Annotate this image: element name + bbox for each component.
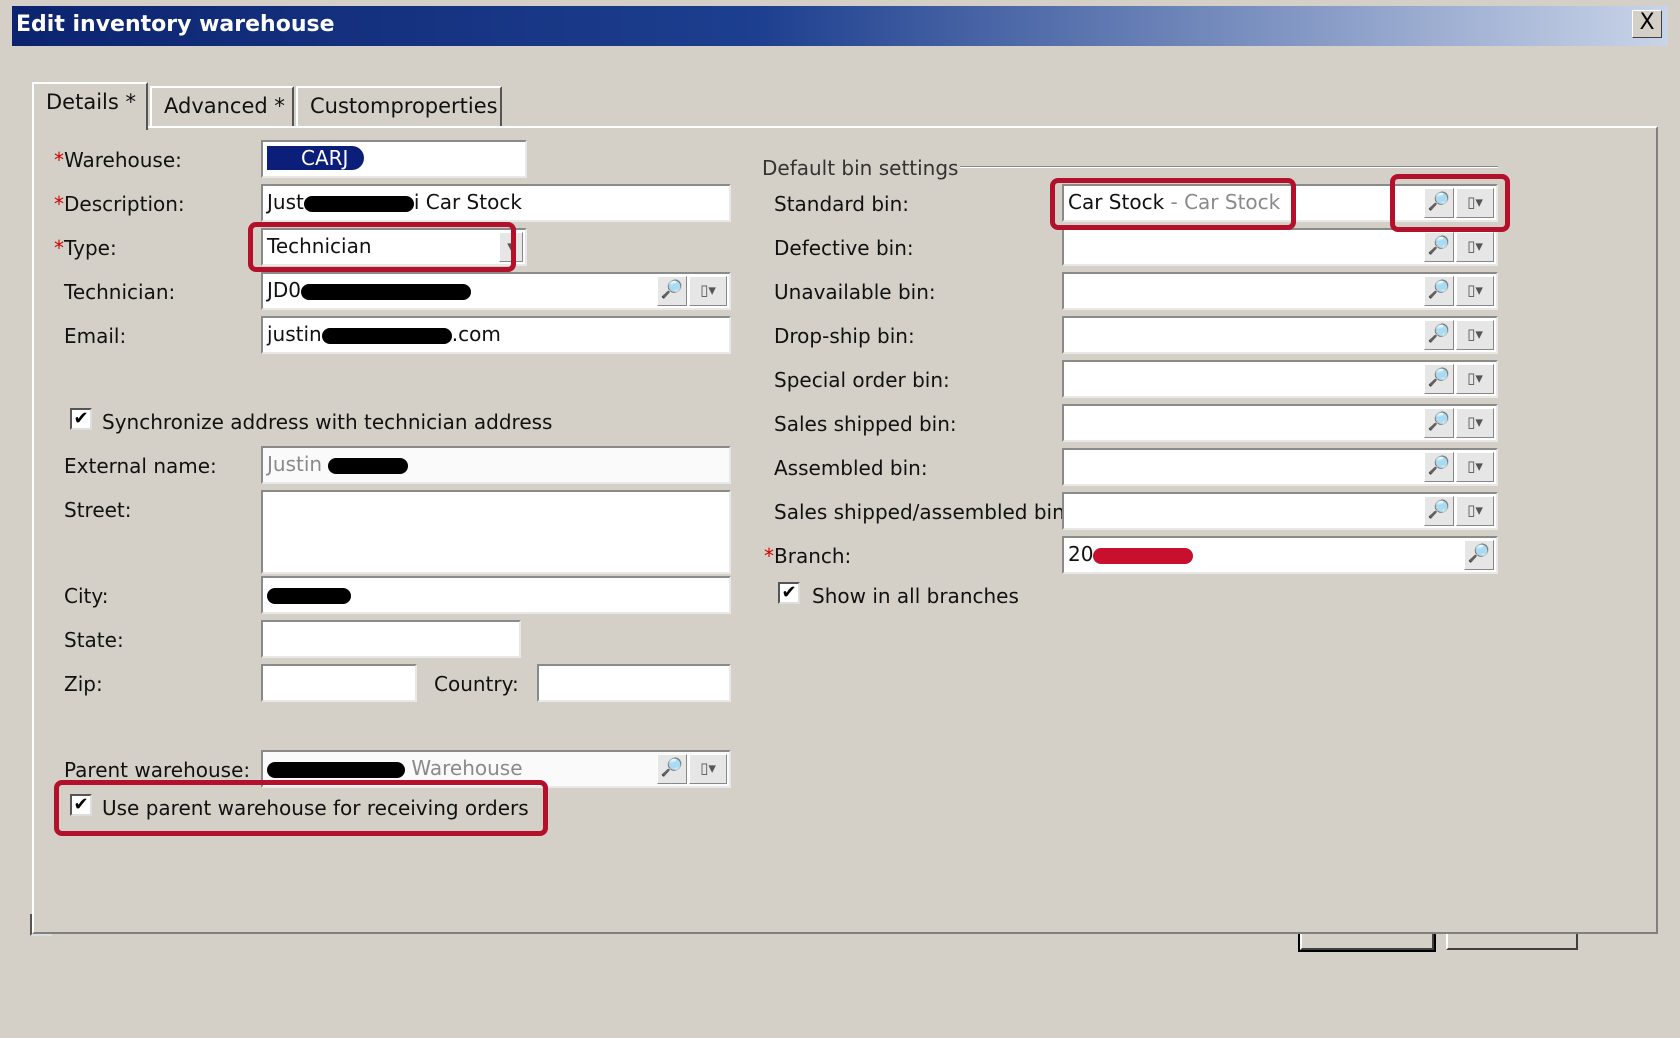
type-select[interactable]: Technician ▾ bbox=[261, 228, 527, 266]
lookup-icon[interactable]: 🔎 bbox=[1424, 320, 1454, 350]
lookup-icon[interactable]: 🔎 bbox=[1464, 540, 1494, 570]
dropship-bin-label: Drop-ship bin: bbox=[774, 324, 915, 348]
assembled-bin-label: Assembled bin: bbox=[774, 456, 928, 480]
external-name-prefix: Justin bbox=[267, 452, 323, 476]
technician-label: Technician: bbox=[64, 280, 176, 304]
tab-details[interactable]: Details * bbox=[32, 82, 148, 130]
lookup-icon[interactable]: 🔎 bbox=[1424, 496, 1454, 526]
warehouse-value: CARJ bbox=[267, 146, 365, 170]
branch-label: *Branch: bbox=[764, 544, 852, 568]
standard-bin-value: Car Stock bbox=[1068, 190, 1165, 214]
special-order-bin-label: Special order bin: bbox=[774, 368, 950, 392]
country-label: Country: bbox=[434, 672, 519, 696]
description-suffix: i Car Stock bbox=[413, 190, 522, 214]
zip-label: Zip: bbox=[64, 672, 103, 696]
parent-warehouse-suffix: Warehouse bbox=[411, 756, 523, 780]
sync-address-checkbox[interactable]: ✔ bbox=[70, 408, 92, 430]
state-label: State: bbox=[64, 628, 124, 652]
details-dropdown-icon[interactable]: ▯▾ bbox=[1456, 320, 1494, 350]
lookup-icon[interactable]: 🔎 bbox=[1424, 452, 1454, 482]
city-input[interactable] bbox=[261, 576, 731, 614]
technician-prefix: JD0 bbox=[267, 278, 302, 302]
defective-bin-label: Defective bin: bbox=[774, 236, 914, 260]
lookup-icon[interactable]: 🔎 bbox=[657, 754, 687, 784]
zip-input[interactable] bbox=[261, 664, 417, 702]
show-all-branches-label: Show in all branches bbox=[812, 584, 1019, 608]
chevron-down-icon[interactable]: ▾ bbox=[499, 232, 523, 262]
details-dropdown-icon[interactable]: ▯▾ bbox=[1456, 496, 1494, 526]
use-parent-warehouse-label: Use parent warehouse for receiving order… bbox=[102, 796, 529, 820]
details-dropdown-icon[interactable]: ▯▾ bbox=[1456, 408, 1494, 438]
description-label: *Description: bbox=[54, 192, 185, 216]
redaction bbox=[1093, 547, 1194, 564]
branch-prefix: 20 bbox=[1068, 542, 1094, 566]
redaction bbox=[303, 195, 414, 212]
branch-input[interactable]: 20 🔎 bbox=[1062, 536, 1498, 574]
warehouse-input[interactable]: CARJ bbox=[261, 140, 527, 178]
external-name-input[interactable]: Justin bbox=[261, 446, 731, 484]
email-input[interactable]: justin .com bbox=[261, 316, 731, 354]
special-order-bin-input[interactable]: 🔎 ▯▾ bbox=[1062, 360, 1498, 398]
type-label: *Type: bbox=[54, 236, 117, 260]
lookup-icon[interactable]: 🔎 bbox=[1424, 408, 1454, 438]
email-prefix: justin bbox=[267, 322, 322, 346]
redaction bbox=[301, 283, 472, 300]
sales-assembled-bin-input[interactable]: 🔎 ▯▾ bbox=[1062, 492, 1498, 530]
parent-warehouse-input[interactable]: Warehouse 🔎 ▯▾ bbox=[261, 750, 731, 788]
lookup-icon[interactable]: 🔎 bbox=[1424, 232, 1454, 262]
unavailable-bin-label: Unavailable bin: bbox=[774, 280, 936, 304]
description-prefix: Just bbox=[267, 190, 304, 214]
lookup-icon[interactable]: 🔎 bbox=[1424, 276, 1454, 306]
parent-warehouse-label: Parent warehouse: bbox=[64, 758, 251, 782]
details-dropdown-icon[interactable]: ▯▾ bbox=[689, 276, 727, 306]
dropship-bin-input[interactable]: 🔎 ▯▾ bbox=[1062, 316, 1498, 354]
state-input[interactable] bbox=[261, 620, 521, 658]
street-label: Street: bbox=[64, 498, 132, 522]
defective-bin-input[interactable]: 🔎 ▯▾ bbox=[1062, 228, 1498, 266]
details-dropdown-icon[interactable]: ▯▾ bbox=[1456, 188, 1494, 218]
window-title: Edit inventory warehouse bbox=[16, 12, 335, 37]
tab-customproperties[interactable]: Customproperties bbox=[296, 86, 502, 126]
redaction bbox=[321, 327, 452, 344]
section-title-default-bin: Default bin settings bbox=[762, 156, 959, 180]
details-dropdown-icon[interactable]: ▯▾ bbox=[1456, 452, 1494, 482]
show-all-branches-checkbox[interactable]: ✔ bbox=[778, 582, 800, 604]
details-dropdown-icon[interactable]: ▯▾ bbox=[1456, 364, 1494, 394]
standard-bin-input[interactable]: Car Stock - Car Stock 🔎 ▯▾ bbox=[1062, 184, 1498, 222]
sales-shipped-bin-label: Sales shipped bin: bbox=[774, 412, 957, 436]
section-divider bbox=[960, 166, 1498, 168]
email-suffix: .com bbox=[451, 322, 501, 346]
lookup-icon[interactable]: 🔎 bbox=[1424, 364, 1454, 394]
details-panel: *Warehouse: CARJ *Description: Just i Car… bbox=[32, 126, 1658, 934]
city-label: City: bbox=[64, 584, 109, 608]
country-input[interactable] bbox=[537, 664, 731, 702]
details-dropdown-icon[interactable]: ▯▾ bbox=[1456, 276, 1494, 306]
tab-advanced[interactable]: Advanced * bbox=[150, 86, 294, 126]
description-input[interactable]: Just i Car Stock bbox=[261, 184, 731, 222]
redaction bbox=[328, 457, 409, 474]
warehouse-label: *Warehouse: bbox=[54, 148, 182, 172]
type-value: Technician bbox=[267, 234, 372, 258]
technician-input[interactable]: JD0 🔎 ▯▾ bbox=[261, 272, 731, 310]
details-dropdown-icon[interactable]: ▯▾ bbox=[689, 754, 727, 784]
sales-shipped-bin-input[interactable]: 🔎 ▯▾ bbox=[1062, 404, 1498, 442]
standard-bin-label: Standard bin: bbox=[774, 192, 910, 216]
lookup-icon[interactable]: 🔎 bbox=[657, 276, 687, 306]
use-parent-warehouse-checkbox[interactable]: ✔ bbox=[70, 794, 92, 816]
lookup-icon[interactable]: 🔎 bbox=[1424, 188, 1454, 218]
standard-bin-desc: - Car Stock bbox=[1164, 190, 1281, 214]
dialog-window: Edit inventory warehouse X Details * Adv… bbox=[0, 0, 1680, 1038]
details-dropdown-icon[interactable]: ▯▾ bbox=[1456, 232, 1494, 262]
sales-assembled-bin-label: Sales shipped/assembled bin: bbox=[774, 500, 1072, 524]
assembled-bin-input[interactable]: 🔎 ▯▾ bbox=[1062, 448, 1498, 486]
title-bar: Edit inventory warehouse X bbox=[12, 6, 1668, 46]
redaction bbox=[267, 761, 405, 778]
external-name-label: External name: bbox=[64, 454, 217, 478]
sync-address-label: Synchronize address with technician addr… bbox=[102, 410, 553, 434]
close-button[interactable]: X bbox=[1632, 10, 1662, 38]
redaction bbox=[267, 587, 351, 604]
street-input[interactable] bbox=[261, 490, 731, 574]
unavailable-bin-input[interactable]: 🔎 ▯▾ bbox=[1062, 272, 1498, 310]
email-label: Email: bbox=[64, 324, 127, 348]
